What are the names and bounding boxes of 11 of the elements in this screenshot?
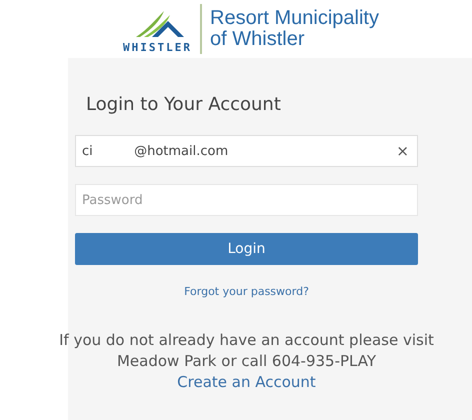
organization-name: Resort Municipality <box>210 8 379 29</box>
login-heading: Login to Your Account <box>86 94 282 115</box>
logo-wordmark: WHISTLER <box>123 40 192 54</box>
password-field[interactable]: Password <box>75 184 418 216</box>
organization-name: of Whistler <box>210 29 304 50</box>
login-button[interactable]: Login <box>75 233 418 265</box>
email-field[interactable]: ci @hotmail.com × <box>75 135 418 167</box>
signup-message: If you do not already have an account please visit Meadow Park or call 604-935-PLAY Create an Account <box>58 330 435 393</box>
forgot-password-link[interactable]: Forgot your password? <box>184 285 309 298</box>
create-account-link[interactable]: Create an Account <box>177 373 316 391</box>
clear-icon[interactable]: × <box>388 142 417 160</box>
